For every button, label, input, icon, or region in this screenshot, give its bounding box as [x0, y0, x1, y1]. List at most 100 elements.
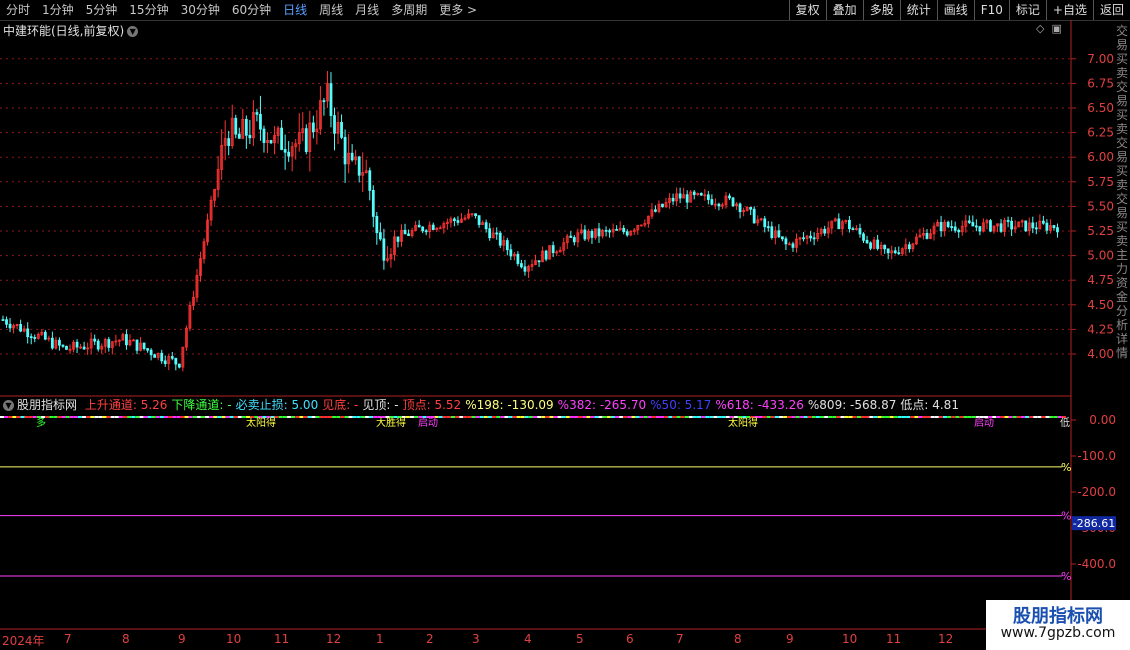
- candle-body: [177, 363, 181, 368]
- signal-strip-segment: [504, 416, 509, 418]
- signal-strip-segment: [135, 416, 140, 418]
- signal-strip-segment: [520, 416, 525, 418]
- indicator-level-marker-1: %: [1061, 510, 1071, 523]
- candle-body: [93, 338, 97, 342]
- candle-body: [671, 197, 675, 202]
- candle-body: [706, 194, 710, 200]
- candle-body: [350, 152, 354, 161]
- signal-strip-segment: [590, 416, 595, 418]
- signal-strip-segment: [410, 416, 414, 418]
- signal-label-5: 太阳得: [728, 416, 758, 429]
- signal-strip-segment: [824, 416, 829, 418]
- signal-strip-segment: [516, 416, 521, 418]
- candle-body: [604, 229, 608, 232]
- candle-body: [766, 226, 770, 229]
- time-label-2: 8: [122, 632, 130, 646]
- axis-label-2: 6.50: [1087, 101, 1114, 115]
- signal-strip-segment: [811, 416, 816, 418]
- signal-strip-segment: [1025, 416, 1029, 418]
- signal-strip-segment: [684, 416, 689, 418]
- candle-body: [424, 230, 428, 233]
- signal-strip-segment: [360, 416, 365, 418]
- signal-strip-segment: [364, 416, 369, 418]
- signal-strip-segment: [65, 416, 70, 418]
- signal-strip-segment: [291, 416, 296, 418]
- candle-body: [516, 253, 520, 264]
- chevron-down-icon[interactable]: ▼: [3, 400, 14, 411]
- candle-body: [1024, 220, 1028, 232]
- signal-label-1: 多: [36, 416, 46, 429]
- time-label-3: 9: [178, 632, 186, 646]
- signal-strip-segment: [906, 416, 911, 418]
- chart-corner-icons: ◇ ▣: [1036, 22, 1062, 35]
- candle-body: [1006, 220, 1010, 222]
- signal-strip-segment: [1041, 416, 1046, 418]
- candle-body: [96, 340, 100, 350]
- ind-axis-label-4: -400.0: [1077, 557, 1116, 571]
- signal-strip-segment: [73, 416, 78, 418]
- indicator-field-2: 必卖止损: 5.00: [235, 398, 319, 412]
- time-label-17: 11: [886, 632, 902, 646]
- candle-body: [989, 220, 992, 232]
- axis-label-9: 4.75: [1087, 273, 1114, 287]
- signal-strip-segment: [229, 416, 234, 418]
- axis-label-4: 6.00: [1087, 150, 1114, 164]
- signal-strip-segment: [24, 416, 29, 418]
- candle-body: [950, 226, 954, 228]
- signal-strip-segment: [49, 416, 54, 418]
- candle-body: [160, 352, 164, 362]
- signal-strip-segment: [848, 416, 853, 418]
- axis-label-7: 5.25: [1087, 224, 1114, 238]
- axis-label-8: 5.00: [1087, 249, 1114, 263]
- time-label-7: 1: [376, 632, 384, 646]
- candle-body: [544, 250, 548, 260]
- signal-strip-segment: [106, 416, 111, 418]
- indicator-field-0: 上升通道: 5.26: [84, 398, 168, 412]
- candle-body: [858, 228, 862, 235]
- stock-title[interactable]: 中建环能(日线,前复权) ▼: [3, 22, 139, 39]
- indicator-field-4: 见顶: -: [362, 398, 399, 412]
- signal-strip-segment: [1037, 416, 1042, 418]
- signal-strip-segment: [168, 416, 173, 418]
- signal-strip-segment: [487, 416, 492, 418]
- candle-body: [378, 232, 382, 240]
- signal-strip-segment: [172, 416, 177, 418]
- signal-strip-segment: [98, 416, 103, 418]
- candle-body: [382, 238, 386, 261]
- signal-strip-segment: [192, 416, 197, 418]
- signal-strip-segment: [278, 416, 283, 418]
- candle-body: [283, 149, 287, 153]
- current-value-text: -286.61: [1073, 517, 1115, 530]
- signal-strip-segment: [877, 416, 882, 418]
- diamond-icon[interactable]: ◇: [1036, 22, 1044, 35]
- candle-body: [780, 236, 784, 240]
- signal-strip-segment: [713, 416, 718, 418]
- candle-body: [456, 220, 460, 223]
- signal-strip-segment: [951, 416, 956, 418]
- candle-body: [953, 226, 957, 231]
- signal-strip-segment: [492, 416, 496, 418]
- candle-body: [569, 235, 573, 238]
- signal-strip-segment: [623, 416, 628, 418]
- candle-body: [1010, 220, 1014, 230]
- indicator-field-1: 下降通道: -: [171, 398, 232, 412]
- signal-strip-segment: [0, 416, 4, 418]
- signal-strip-segment: [807, 416, 812, 418]
- candle-body: [333, 115, 336, 134]
- candle-body: [146, 348, 149, 351]
- signal-strip-segment: [893, 416, 898, 418]
- signal-strip-segment: [184, 416, 189, 418]
- signal-strip-segment: [549, 416, 554, 418]
- ind-axis-label-2: -200.0: [1077, 485, 1116, 499]
- signal-strip-segment: [151, 416, 156, 418]
- time-label-10: 4: [524, 632, 532, 646]
- signal-strip-segment: [1053, 416, 1058, 418]
- signal-strip-segment: [143, 416, 148, 418]
- window-icon[interactable]: ▣: [1051, 22, 1061, 35]
- signal-strip-segment: [200, 416, 205, 418]
- signal-strip-segment: [774, 416, 779, 418]
- candle-body: [287, 151, 291, 157]
- chevron-down-icon[interactable]: ▼: [127, 26, 139, 37]
- signal-strip-segment: [545, 416, 550, 418]
- signal-strip-segment: [131, 416, 136, 418]
